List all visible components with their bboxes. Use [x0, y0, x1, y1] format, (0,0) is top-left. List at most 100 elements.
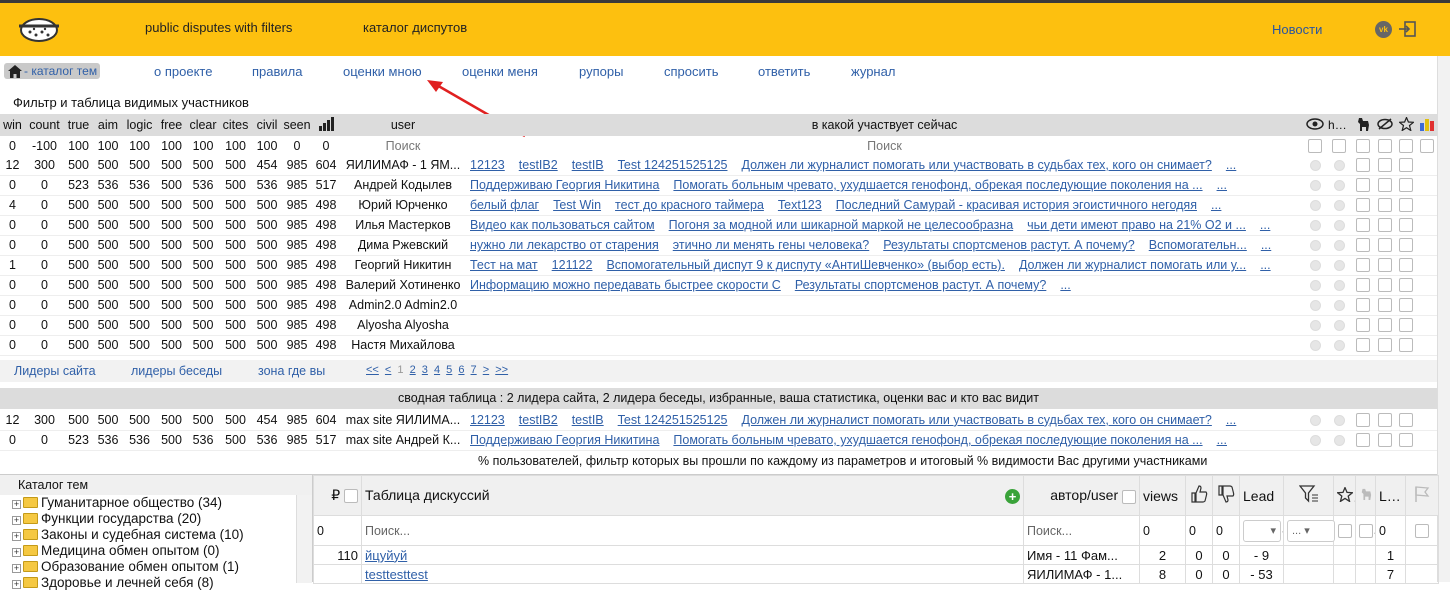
- radio-here[interactable]: [1327, 155, 1351, 176]
- filter-check-eye[interactable]: [1303, 136, 1327, 155]
- dispute-link[interactable]: Вспомогательн...: [1149, 238, 1247, 252]
- radio-button[interactable]: [1309, 300, 1321, 312]
- radio-button[interactable]: [1333, 260, 1345, 272]
- expand-icon[interactable]: +: [12, 500, 21, 509]
- nav-speakers[interactable]: рупоры: [579, 64, 623, 79]
- dispute-link[interactable]: Text123: [778, 198, 822, 212]
- user-name[interactable]: max site ЯИЛИМА...: [340, 410, 466, 431]
- checkbox[interactable]: [1399, 318, 1413, 333]
- col-hidden[interactable]: [1375, 114, 1395, 136]
- checkbox-star[interactable]: [1395, 275, 1417, 296]
- col-author[interactable]: автор/user: [1023, 475, 1140, 516]
- exit-icon[interactable]: [1398, 21, 1416, 37]
- dispute-link[interactable]: 121122: [552, 258, 593, 272]
- col-filter[interactable]: [1283, 475, 1334, 516]
- tree-item[interactable]: + Здоровье и лечней себя (8): [0, 575, 296, 591]
- dispute-link[interactable]: Test 124251525125: [618, 158, 728, 172]
- filter-civil[interactable]: 100: [252, 136, 282, 155]
- catalog-scrollbar[interactable]: [296, 495, 312, 583]
- dispute-link[interactable]: Последний Самурай - красивая история эго…: [836, 198, 1197, 212]
- checkbox-hidden[interactable]: [1375, 315, 1395, 336]
- radio-here[interactable]: [1327, 175, 1351, 196]
- col-aim[interactable]: aim: [93, 114, 123, 136]
- expand-icon[interactable]: +: [12, 516, 21, 525]
- checkbox-dog[interactable]: [1351, 315, 1375, 336]
- checkbox[interactable]: [1399, 298, 1413, 313]
- checkbox[interactable]: [1356, 298, 1370, 313]
- checkbox-star[interactable]: [1395, 235, 1417, 256]
- radio-here[interactable]: [1327, 195, 1351, 216]
- radio-button[interactable]: [1309, 414, 1321, 426]
- col-lead[interactable]: Lead: [1239, 475, 1284, 516]
- filter-free[interactable]: 100: [156, 136, 187, 155]
- checkbox-dog[interactable]: [1351, 410, 1375, 431]
- radio-button[interactable]: [1309, 159, 1321, 171]
- dispute-link[interactable]: Погоня за модной или шикарной маркой не …: [669, 218, 1014, 232]
- checkbox[interactable]: [1378, 318, 1392, 333]
- nav-rules[interactable]: правила: [252, 64, 302, 79]
- author-search-input[interactable]: Поиск...: [1023, 515, 1140, 546]
- dispute-search-input[interactable]: Поиск: [466, 136, 1303, 155]
- checkbox-dog[interactable]: [1351, 195, 1375, 216]
- dispute-link[interactable]: Test Win: [553, 198, 601, 212]
- filter-check-hidden[interactable]: [1375, 136, 1395, 155]
- col-true[interactable]: true: [64, 114, 93, 136]
- dispute-link[interactable]: Вспомогательный диспут 9 к диспуту «Анти…: [606, 258, 1004, 272]
- page-prev[interactable]: <: [385, 364, 391, 376]
- col-price[interactable]: ₽: [313, 475, 362, 516]
- filter-seen[interactable]: 0: [282, 136, 312, 155]
- dispute-link[interactable]: Результаты спортсменов растут. А почему?: [795, 278, 1047, 292]
- col-dog[interactable]: [1351, 114, 1375, 136]
- radio-button[interactable]: [1333, 240, 1345, 252]
- page-7[interactable]: 7: [471, 364, 477, 376]
- tree-item[interactable]: + Функции государства (20): [0, 511, 296, 527]
- filter-cites[interactable]: 100: [219, 136, 252, 155]
- radio-button[interactable]: [1309, 240, 1321, 252]
- user-name[interactable]: Илья Мастерков: [340, 215, 466, 236]
- dispute-link[interactable]: Поддерживаю Георгия Никитина: [470, 178, 659, 192]
- checkbox[interactable]: [1378, 178, 1392, 193]
- checkbox-hidden[interactable]: [1375, 430, 1395, 451]
- col-eye[interactable]: [1303, 114, 1327, 136]
- checkbox-dog[interactable]: [1351, 255, 1375, 276]
- nav-journal[interactable]: журнал: [851, 64, 895, 79]
- select-all-checkbox[interactable]: [344, 489, 358, 504]
- checkbox[interactable]: [1356, 258, 1370, 273]
- filter-dislikes[interactable]: 0: [1212, 515, 1240, 546]
- col-star[interactable]: [1333, 475, 1356, 516]
- nav-ask[interactable]: спросить: [664, 64, 719, 79]
- dispute-link[interactable]: Тест на мат: [470, 258, 538, 272]
- col-star[interactable]: [1395, 114, 1417, 136]
- radio-here[interactable]: [1327, 215, 1351, 236]
- radio-button[interactable]: [1333, 435, 1345, 447]
- radio-eye[interactable]: [1303, 315, 1327, 336]
- col-likes[interactable]: [1185, 475, 1213, 516]
- radio-button[interactable]: [1333, 200, 1345, 212]
- checkbox-star[interactable]: [1395, 195, 1417, 216]
- checkbox[interactable]: [1356, 218, 1370, 233]
- checkbox-star[interactable]: [1395, 335, 1417, 356]
- checkbox[interactable]: [1399, 433, 1413, 448]
- page-6[interactable]: 6: [458, 364, 464, 376]
- checkbox-hidden[interactable]: [1375, 155, 1395, 176]
- discussion-search-input[interactable]: Поиск...: [361, 515, 1024, 546]
- dispute-link[interactable]: Должен ли журналист помогать или участво…: [741, 158, 1211, 172]
- radio-here[interactable]: [1327, 235, 1351, 256]
- filter-logic[interactable]: 100: [123, 136, 156, 155]
- page-last[interactable]: >>: [495, 364, 508, 376]
- checkbox-dog[interactable]: [1351, 155, 1375, 176]
- user-name[interactable]: max site Андрей К...: [340, 430, 466, 451]
- radio-eye[interactable]: [1303, 275, 1327, 296]
- nav-about[interactable]: о проекте: [154, 64, 212, 79]
- checkbox-star[interactable]: [1395, 295, 1417, 316]
- col-views[interactable]: views: [1139, 475, 1186, 516]
- checkbox[interactable]: [1378, 298, 1392, 313]
- dispute-link[interactable]: testIB: [572, 158, 604, 172]
- user-name[interactable]: Юрий Юрченко: [340, 195, 466, 216]
- dispute-link[interactable]: ...: [1217, 433, 1227, 447]
- col-clear[interactable]: clear: [187, 114, 219, 136]
- dispute-link[interactable]: ...: [1260, 218, 1270, 232]
- dispute-link[interactable]: этично ли менять гены человека?: [673, 238, 869, 252]
- dispute-link[interactable]: ...: [1261, 238, 1271, 252]
- discussion-link[interactable]: йцуйуй: [361, 545, 1024, 565]
